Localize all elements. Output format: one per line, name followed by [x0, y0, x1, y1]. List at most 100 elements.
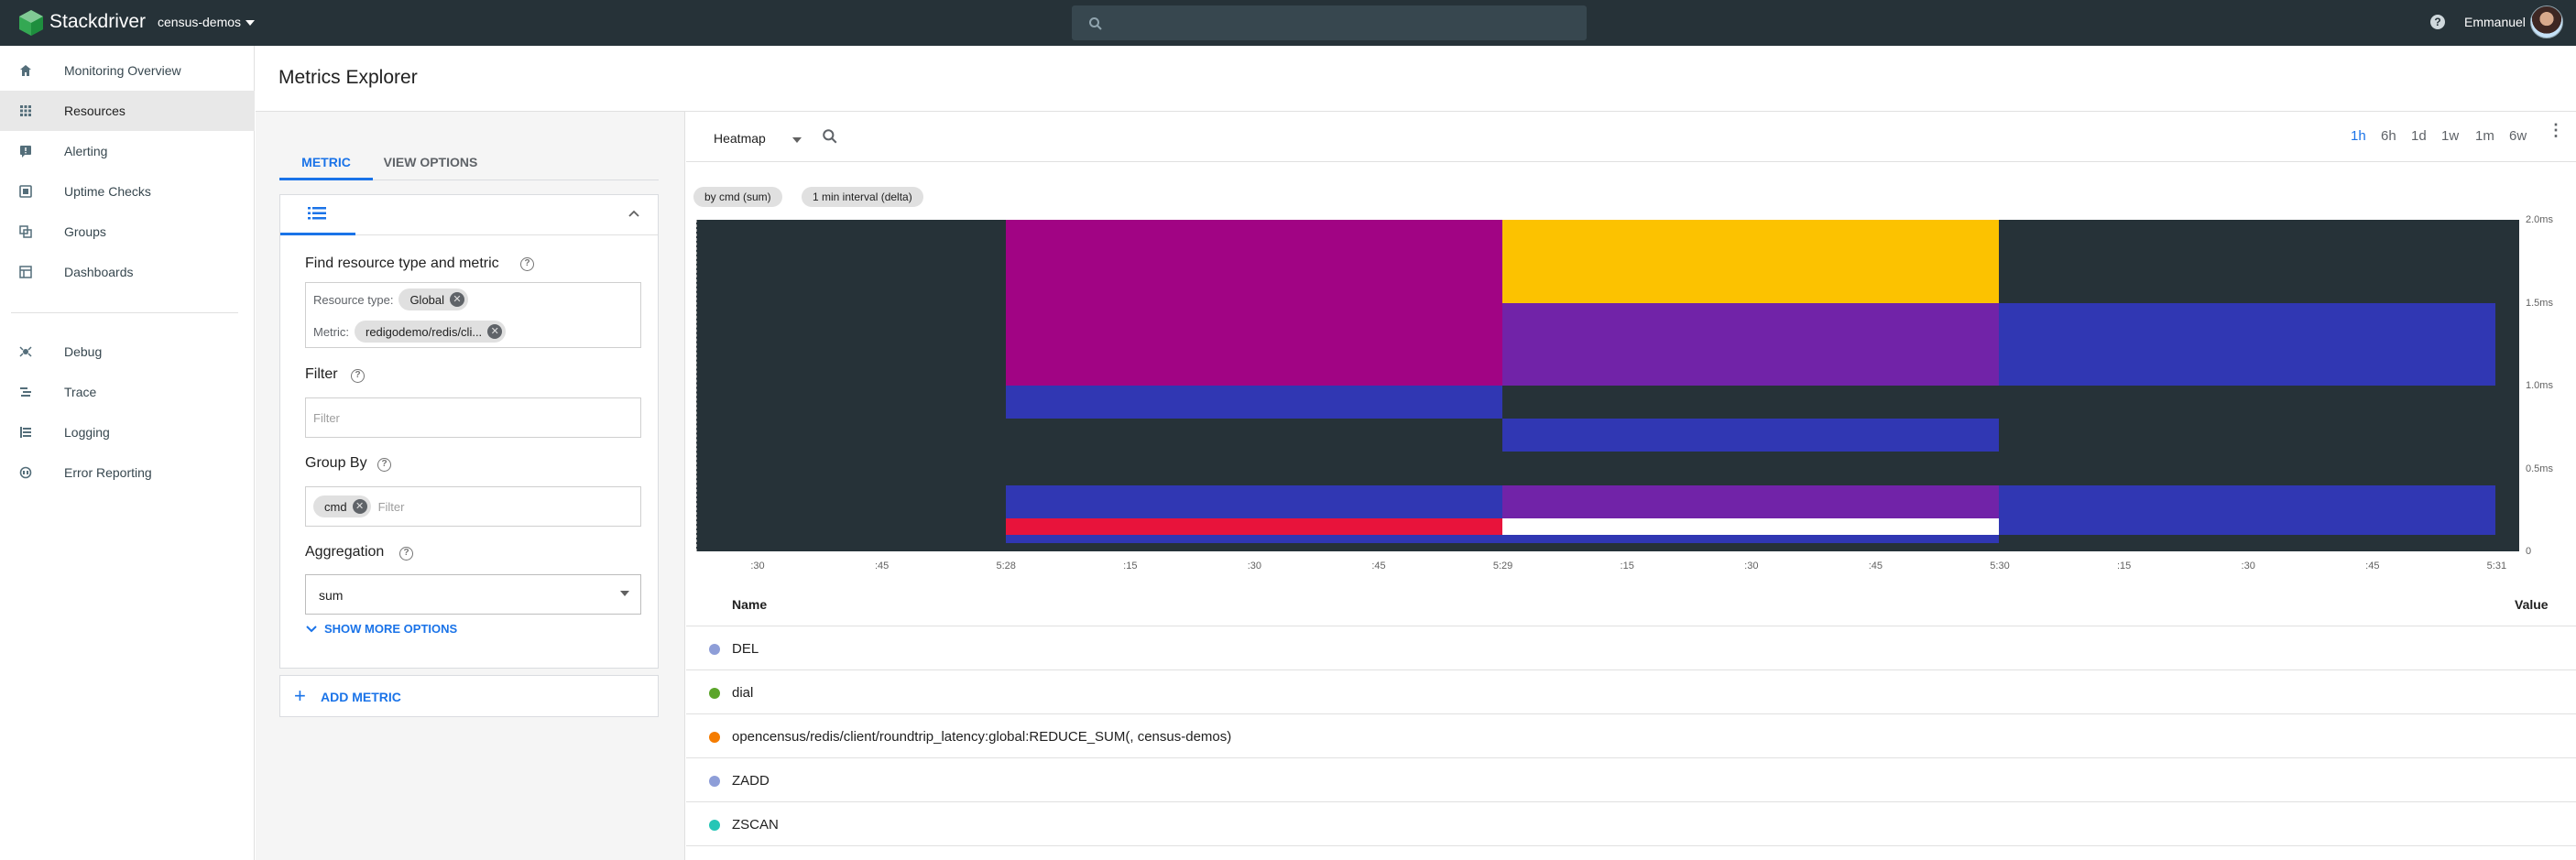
legend-row[interactable]: DEL — [686, 626, 2576, 670]
legend-table: Name Value DEL dial opencensus/redis/cli… — [686, 582, 2576, 860]
heatmap-cell[interactable] — [1006, 534, 1502, 543]
sidebar-item-label: Debug — [64, 344, 103, 359]
aggregation-label: Aggregation — [305, 544, 385, 560]
x-tick-label: :30 — [1247, 561, 1262, 572]
resource-type-chip[interactable]: Global ✕ — [398, 288, 469, 310]
heatmap-chart[interactable] — [696, 220, 2519, 551]
heatmap-cell[interactable] — [1006, 484, 1502, 518]
user-name[interactable]: Emmanuel — [2464, 15, 2526, 29]
legend-row[interactable]: ZSCAN — [686, 802, 2576, 846]
collapse-chevron-icon[interactable] — [628, 210, 639, 217]
legend-row[interactable]: opencensus/redis/client/roundtrip_latenc… — [686, 714, 2576, 758]
find-resource-help-icon[interactable]: ? — [520, 257, 534, 271]
resource-metric-field[interactable]: Resource type: Global ✕ Metric: redigodem… — [305, 282, 641, 348]
debug-icon — [18, 344, 33, 359]
sidebar-item-groups[interactable]: Groups — [0, 212, 255, 252]
group-by-pill[interactable]: by cmd (sum) — [693, 187, 782, 207]
remove-chip-icon[interactable]: ✕ — [450, 292, 465, 307]
sidebar-item-error-reporting[interactable]: Error Reporting — [0, 452, 255, 493]
sidebar-item-monitoring-overview[interactable]: Monitoring Overview — [0, 50, 255, 91]
group-by-chip[interactable]: cmd ✕ — [313, 495, 371, 517]
filter-input[interactable]: Filter — [305, 397, 641, 438]
heatmap-cell[interactable] — [1502, 517, 1999, 535]
search-icon[interactable] — [822, 128, 838, 145]
group-by-field[interactable]: cmd ✕ Filter — [305, 486, 641, 527]
range-1w[interactable]: 1w — [2441, 128, 2459, 144]
sidebar-item-dashboards[interactable]: Dashboards — [0, 252, 255, 292]
range-1m[interactable]: 1m — [2475, 128, 2494, 144]
show-more-options-link[interactable]: SHOW MORE OPTIONS — [306, 622, 457, 636]
x-tick-label: :30 — [750, 561, 765, 572]
aggregation-value: sum — [319, 588, 344, 603]
series-color-dot — [709, 644, 720, 655]
legend-header-value[interactable]: Value — [2515, 597, 2549, 612]
range-1h[interactable]: 1h — [2351, 128, 2366, 144]
more-options-icon[interactable]: ⋮ — [2548, 122, 2564, 138]
sidebar-item-logging[interactable]: Logging — [0, 412, 255, 452]
sidebar-item-label: Trace — [64, 385, 97, 399]
sidebar-item-label: Groups — [64, 224, 106, 239]
sidebar-item-label: Uptime Checks — [64, 184, 151, 199]
resource-type-label: Resource type: — [313, 292, 394, 307]
sidebar-item-debug[interactable]: Debug — [0, 332, 255, 372]
uptime-icon — [18, 184, 33, 199]
sidebar-item-label: Alerting — [64, 144, 108, 158]
filter-help-icon[interactable]: ? — [351, 369, 365, 383]
heatmap-cell[interactable] — [1502, 484, 1999, 518]
project-selector[interactable]: census-demos — [158, 15, 241, 29]
stackdriver-logo-icon[interactable] — [16, 8, 46, 38]
heatmap-cell[interactable] — [1999, 302, 2495, 386]
heatmap-cell[interactable] — [1006, 386, 1502, 419]
add-metric-button[interactable]: + ADD METRIC — [279, 675, 659, 717]
search-input[interactable] — [1072, 5, 1587, 40]
sidebar-item-label: Dashboards — [64, 265, 134, 279]
x-tick-label: :30 — [1744, 561, 1759, 572]
remove-chip-icon[interactable]: ✕ — [487, 324, 503, 339]
group-by-value: cmd — [324, 499, 347, 514]
avatar[interactable] — [2530, 5, 2563, 38]
help-icon[interactable]: ? — [2430, 15, 2445, 29]
sidebar-item-trace[interactable]: Trace — [0, 372, 255, 412]
heatmap-cell[interactable] — [1502, 302, 1999, 386]
grid-icon — [18, 103, 33, 118]
legend-header-name[interactable]: Name — [732, 597, 767, 612]
top-bar: Stackdriver census-demos ? Emmanuel — [0, 0, 2576, 46]
range-6w[interactable]: 6w — [2509, 128, 2527, 144]
heatmap-cell[interactable] — [1006, 517, 1502, 535]
chart-type-select[interactable]: Heatmap — [714, 131, 766, 146]
alert-icon — [18, 144, 33, 158]
aggregation-select[interactable]: sum — [305, 574, 641, 615]
add-metric-label: ADD METRIC — [321, 690, 401, 704]
y-tick-label: 0.5ms — [2526, 463, 2553, 474]
brand-name[interactable]: Stackdriver — [49, 11, 146, 33]
heatmap-left-border — [696, 220, 697, 551]
legend-row[interactable]: dial — [686, 670, 2576, 714]
aggregation-help-icon[interactable]: ? — [399, 547, 413, 561]
remove-chip-icon[interactable]: ✕ — [352, 499, 367, 514]
metric-list-tab[interactable] — [280, 195, 355, 235]
dashboard-icon — [18, 265, 33, 279]
range-6h[interactable]: 6h — [2381, 128, 2396, 144]
tab-view-options[interactable]: VIEW OPTIONS — [373, 144, 488, 180]
heatmap-cell[interactable] — [1999, 484, 2495, 535]
sidebar-item-alerting[interactable]: Alerting — [0, 131, 255, 171]
chevron-down-icon — [306, 625, 317, 632]
metric-chip[interactable]: redigodemo/redis/cli... ✕ — [355, 321, 507, 343]
sidebar-item-uptime-checks[interactable]: Uptime Checks — [0, 171, 255, 212]
series-name: ZADD — [732, 773, 770, 789]
search-icon — [1089, 17, 1102, 30]
chart-type-dropdown-icon[interactable] — [792, 137, 802, 143]
legend-row[interactable]: ZADD — [686, 758, 2576, 802]
interval-pill[interactable]: 1 min interval (delta) — [802, 187, 923, 207]
range-1d[interactable]: 1d — [2411, 128, 2427, 144]
project-dropdown-icon[interactable] — [246, 20, 255, 26]
sidebar-item-resources[interactable]: Resources — [0, 91, 255, 131]
group-by-help-icon[interactable]: ? — [377, 458, 391, 472]
heatmap-cell[interactable] — [1006, 220, 1502, 386]
heatmap-cell[interactable] — [1502, 534, 1999, 543]
heatmap-cell[interactable] — [1502, 220, 1999, 303]
tab-metric[interactable]: METRIC — [279, 144, 373, 180]
show-more-label: SHOW MORE OPTIONS — [324, 622, 458, 636]
x-tick-label: :45 — [874, 561, 890, 572]
heatmap-cell[interactable] — [1502, 419, 1999, 452]
